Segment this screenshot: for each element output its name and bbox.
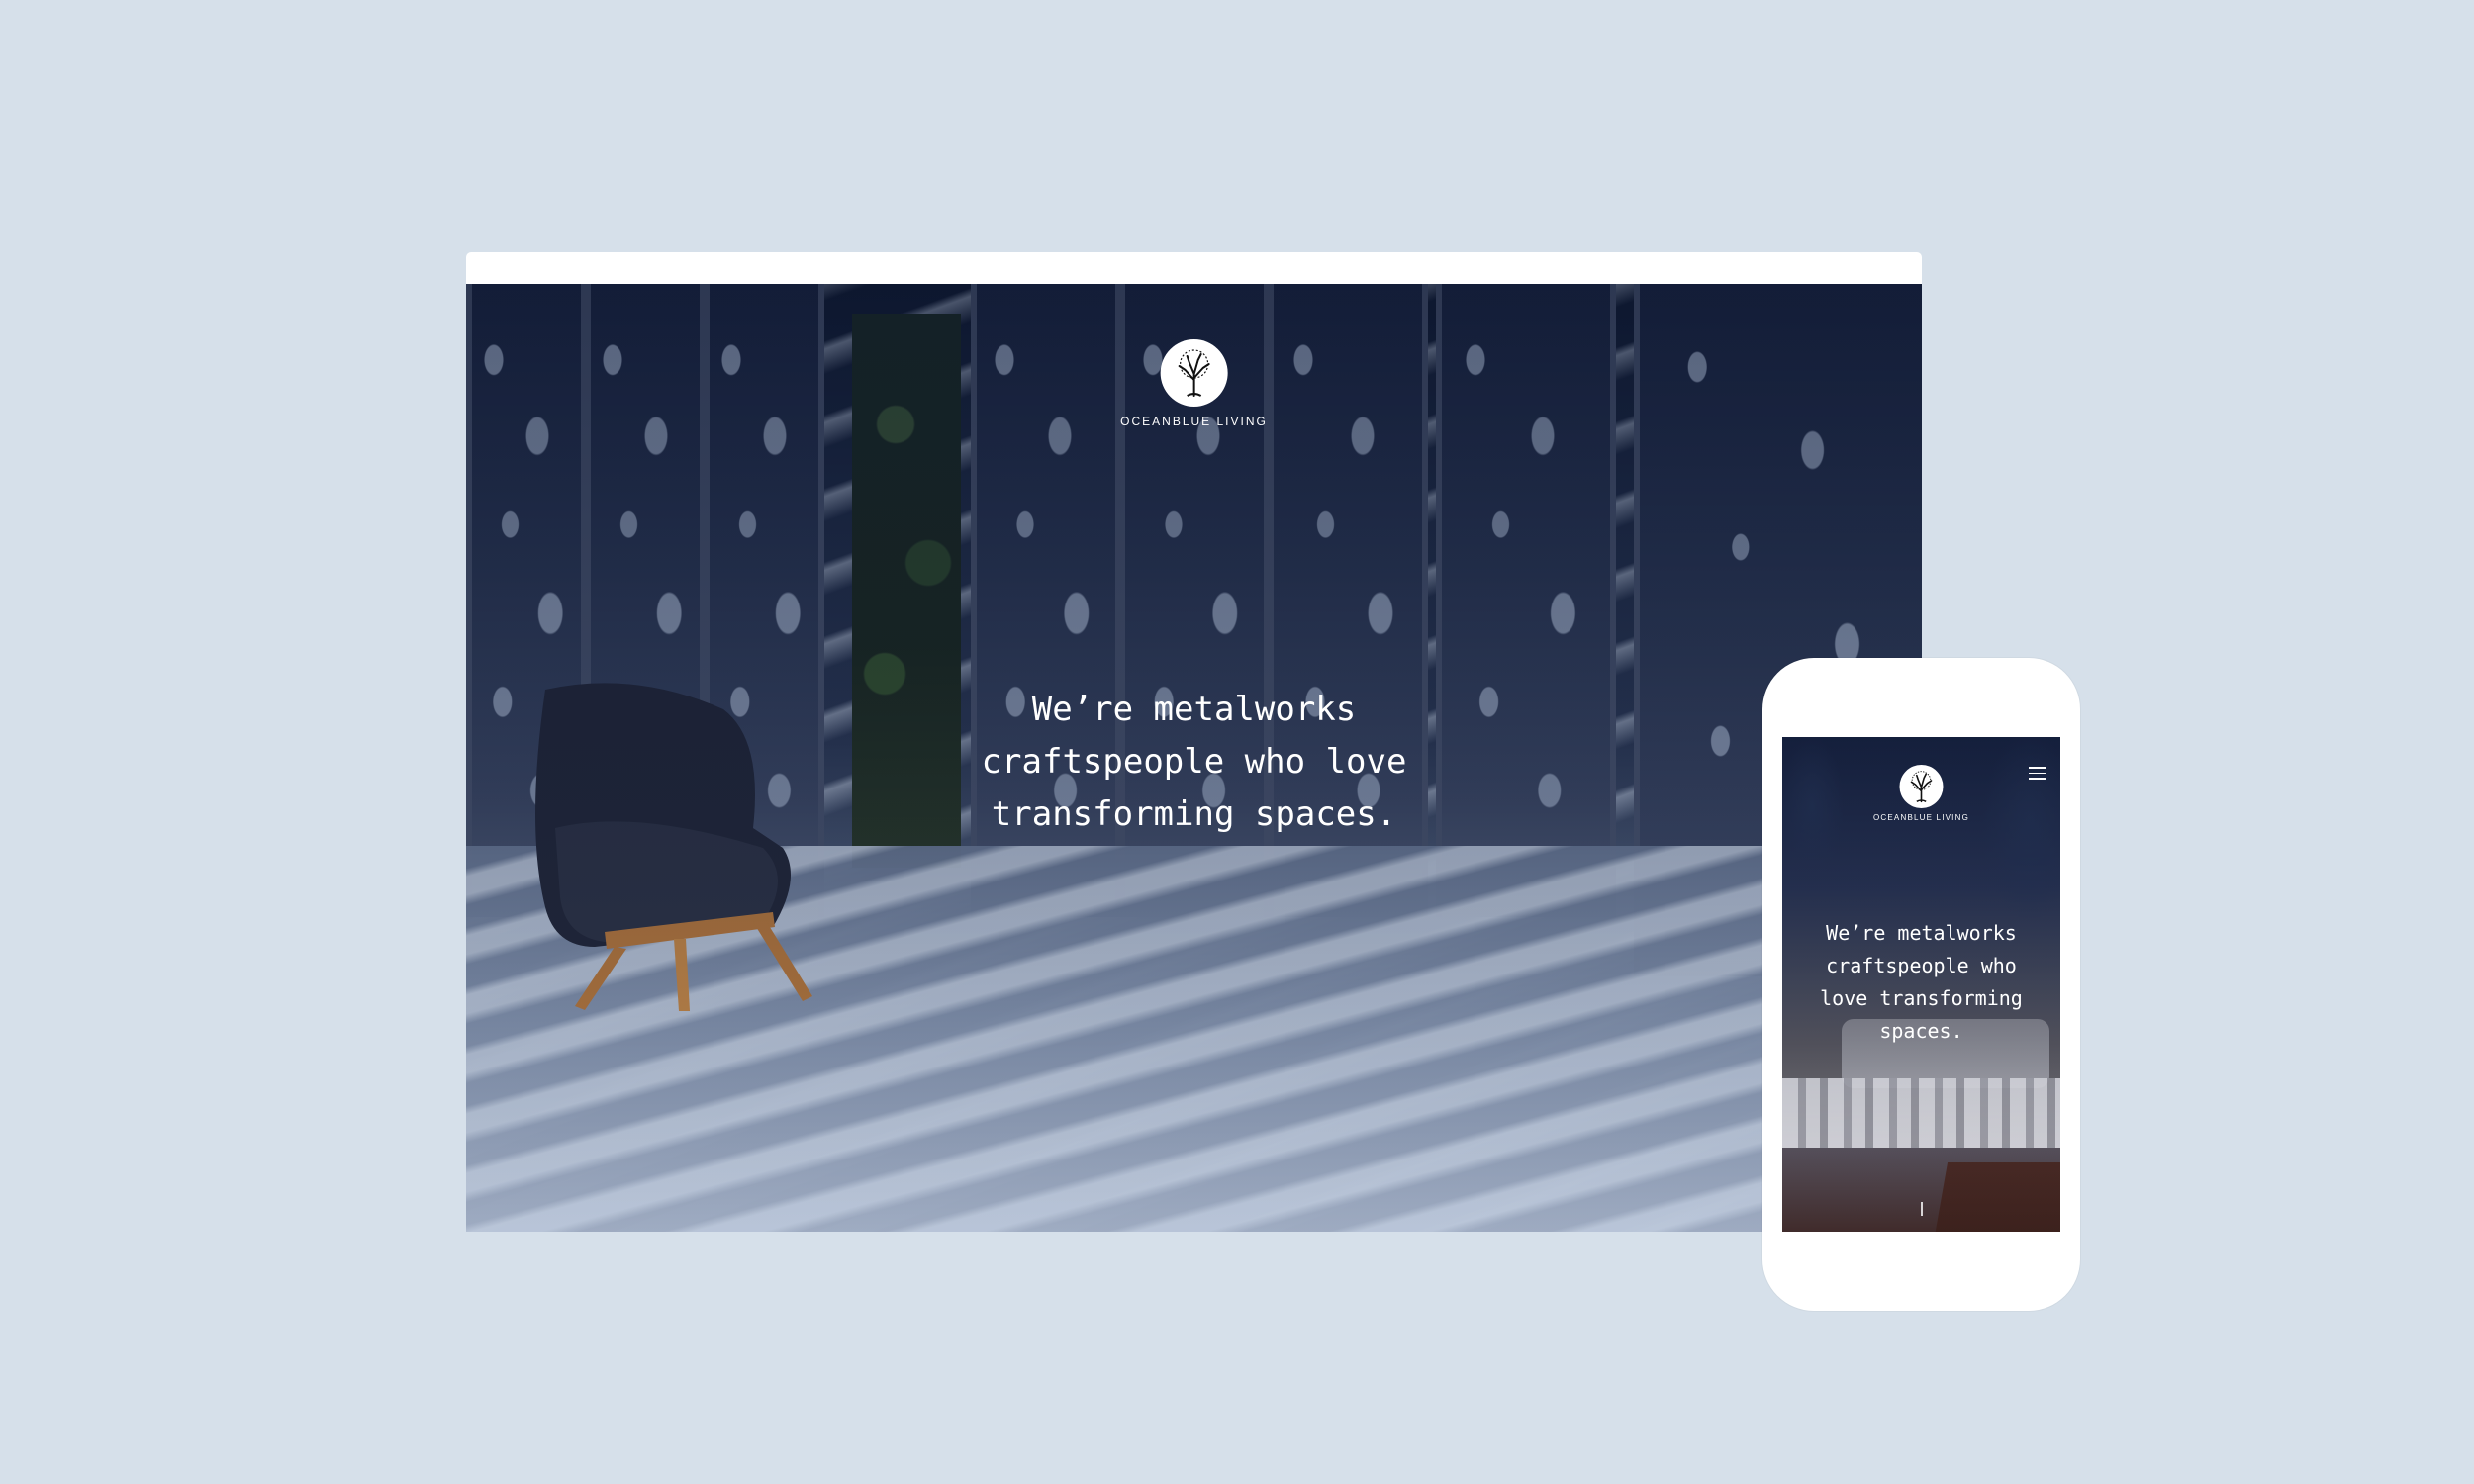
site-logo[interactable]: OCEANBLUE LIVING bbox=[1120, 339, 1268, 428]
mobile-hero: OCEANBLUE LIVING We’re metalworks crafts… bbox=[1782, 737, 2060, 1232]
desktop-hero: OCEANBLUE LIVING We’re metalworks crafts… bbox=[466, 284, 1922, 1232]
mobile-site-logo[interactable]: OCEANBLUE LIVING bbox=[1873, 765, 1969, 822]
tree-logo-icon bbox=[1899, 765, 1944, 808]
hero-headline: We’re metalworks craftspeople who love t… bbox=[981, 690, 1407, 834]
hamburger-menu-icon[interactable] bbox=[2029, 767, 2046, 781]
brand-name: OCEANBLUE LIVING bbox=[1120, 415, 1268, 428]
mobile-hero-headline: We’re metalworks craftspeople who love t… bbox=[1820, 921, 2023, 1043]
tree-logo-icon bbox=[1160, 339, 1228, 407]
desktop-browser-mockup: OCEANBLUE LIVING We’re metalworks crafts… bbox=[466, 252, 1922, 1232]
mobile-brand-name: OCEANBLUE LIVING bbox=[1872, 813, 1970, 822]
phone-mockup: OCEANBLUE LIVING We’re metalworks crafts… bbox=[1762, 658, 2080, 1311]
scroll-indicator bbox=[1920, 1202, 1923, 1216]
